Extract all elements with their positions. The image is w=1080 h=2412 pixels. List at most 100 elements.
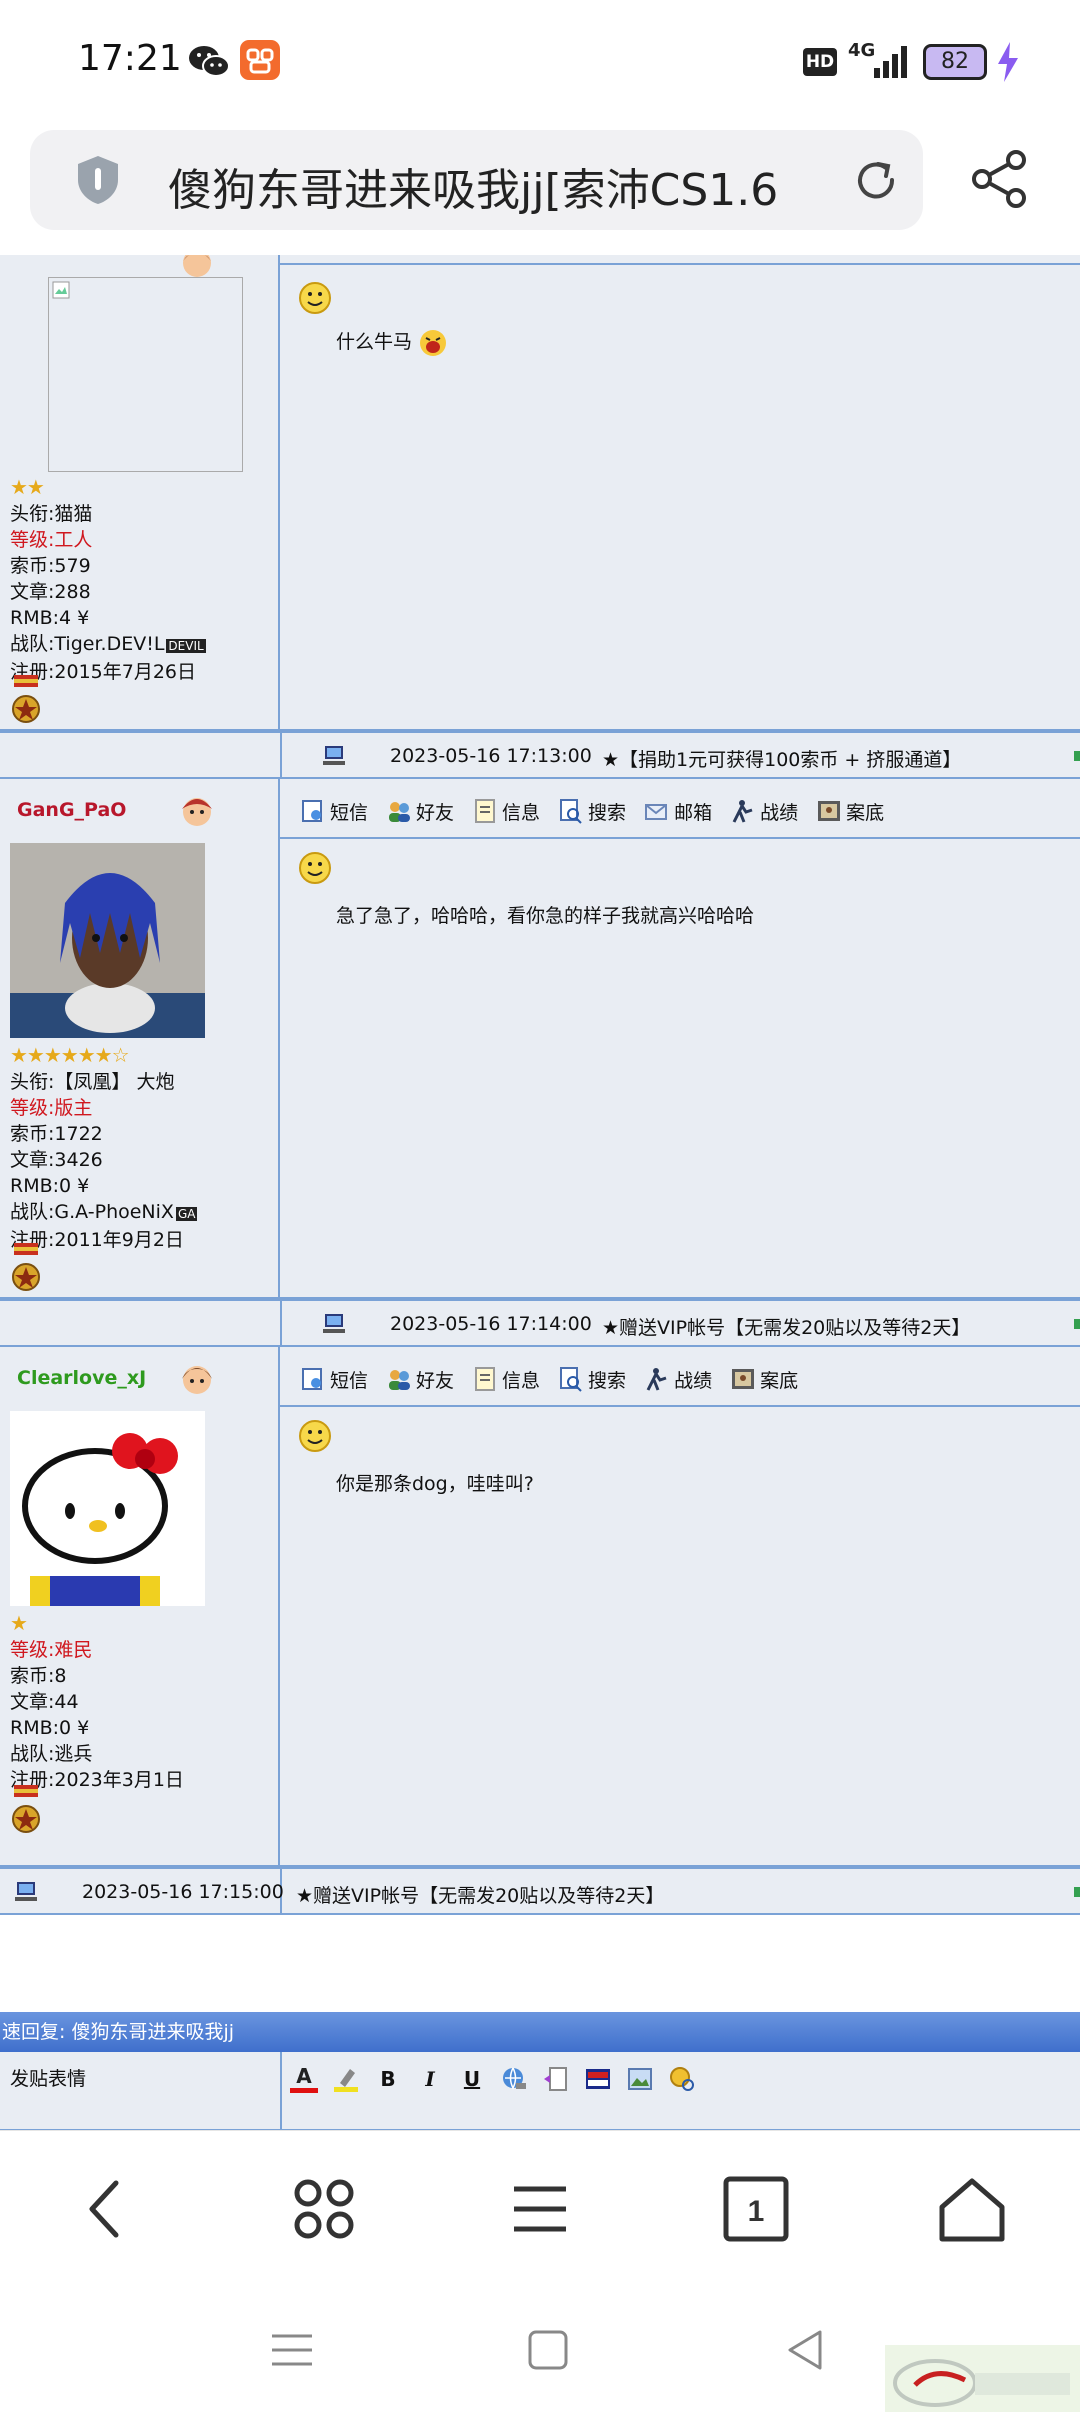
post-1-footer: 2023-05-16 17:13:00 ★【捐助1元可获得100索币 + 挤服通… <box>0 731 1080 779</box>
editor-tools: A B I U <box>290 2062 696 2096</box>
user-level: 版主 <box>54 1097 93 1119</box>
toolbar-info[interactable]: 信息 <box>472 798 540 825</box>
computer-icon <box>323 746 345 765</box>
status-bar: 17:21 HD 4G 82 <box>0 0 1080 125</box>
underline-button[interactable]: U <box>458 2065 486 2093</box>
rank-stars: ★★★★★★☆ <box>10 1043 130 1067</box>
share-icon[interactable] <box>968 148 1030 210</box>
post-2-main: 短信 好友 信息 搜索 邮箱 战绩 案底 急了急了，哈哈哈，看你急的样子我就高兴… <box>280 779 1080 1297</box>
team-badge: GA <box>175 1207 198 1221</box>
rank-stars: ★★ <box>10 475 45 499</box>
forum-content: ★★ 头衔:猫猫 等级:工人 索币:579 文章:288 RMB:4 ¥ 战队:… <box>0 255 1080 2130</box>
search-icon <box>560 1367 582 1392</box>
toolbar-friend[interactable]: 好友 <box>386 798 454 825</box>
mail-icon <box>645 804 668 820</box>
recents-icon[interactable] <box>262 2320 322 2380</box>
user-rmb: 0 ¥ <box>59 1175 90 1197</box>
medal-icon <box>12 1785 40 1833</box>
post-toolbar: 短信 好友 信息 搜索 战绩 案底 <box>300 1359 798 1399</box>
user-team: 逃兵 <box>54 1743 93 1765</box>
emoticons-label: 发贴表情 <box>10 2068 87 2090</box>
back-button-icon[interactable] <box>776 2320 836 2380</box>
info-icon <box>475 1367 496 1391</box>
post-1-sidebar: ★★ 头衔:猫猫 等级:工人 索币:579 文章:288 RMB:4 ¥ 战队:… <box>0 255 280 729</box>
laughing-emoji-icon <box>420 329 447 356</box>
reload-icon[interactable] <box>848 152 904 208</box>
apps-icon[interactable] <box>284 2169 364 2249</box>
case-file-icon <box>732 1369 755 1389</box>
toolbar-sms[interactable]: 短信 <box>300 1366 368 1393</box>
toolbar-mail[interactable]: 邮箱 <box>644 798 712 825</box>
insert-file-button[interactable] <box>542 2065 570 2093</box>
toolbar-divider <box>280 263 1080 265</box>
footer-promo[interactable]: ★赠送VIP帐号【无需发20贴以及等待2天】 <box>296 1881 664 1908</box>
home-button-icon[interactable] <box>518 2320 578 2380</box>
toolbar-search[interactable]: 搜索 <box>558 1366 626 1393</box>
post-toolbar: 短信 好友 信息 搜索 邮箱 战绩 案底 <box>300 791 884 831</box>
user-coins: 8 <box>54 1665 67 1687</box>
link-button[interactable] <box>500 2065 528 2093</box>
toolbar-search[interactable]: 搜索 <box>558 798 626 825</box>
friends-icon <box>389 802 411 822</box>
app-notification-icon <box>240 40 280 80</box>
soldier-icon <box>732 800 753 823</box>
emoticon-search-icon <box>670 2067 694 2091</box>
toolbar-divider <box>280 1405 1080 1407</box>
image-button[interactable] <box>626 2065 654 2093</box>
bold-button[interactable]: B <box>374 2065 402 2093</box>
post-3: Clearlove_xJ ★ 等级:难民 索币:8 文章:44 RMB:0 ¥ … <box>0 1347 1080 1867</box>
user-articles: 44 <box>54 1691 79 1713</box>
post-1: ★★ 头衔:猫猫 等级:工人 索币:579 文章:288 RMB:4 ¥ 战队:… <box>0 255 1080 731</box>
user-articles: 3426 <box>54 1149 103 1171</box>
footer-promo[interactable]: ★赠送VIP帐号【无需发20贴以及等待2天】 <box>602 1313 970 1340</box>
username[interactable]: GanG_PaO <box>17 799 126 821</box>
back-icon[interactable] <box>68 2169 148 2249</box>
post-2: GanG_PaO ★★★★★★☆ 头衔:【凤凰】 大炮 等级:版主 索币:172… <box>0 779 1080 1299</box>
avatar-broken-image <box>48 277 243 472</box>
battery-icon: 82 <box>923 44 987 80</box>
user-title: 【凤凰】 大炮 <box>54 1071 175 1093</box>
user-coins: 579 <box>54 555 91 577</box>
toolbar-info[interactable]: 信息 <box>472 1366 540 1393</box>
user-level: 难民 <box>54 1639 93 1661</box>
sms-icon <box>302 1368 322 1390</box>
user-team: G.A-PhoeNiX <box>54 1201 174 1223</box>
highlighter-icon <box>334 2069 358 2092</box>
smiley-icon <box>299 852 331 884</box>
italic-button[interactable]: I <box>416 2065 444 2093</box>
toolbar-case[interactable]: 案底 <box>816 798 884 825</box>
post-1-main: 什么牛马 <box>280 255 1080 729</box>
menu-icon[interactable] <box>500 2169 580 2249</box>
post-3-user-info: 等级:难民 索币:8 文章:44 RMB:0 ¥ 战队:逃兵 注册:2023年3… <box>10 1639 184 1791</box>
post-time: 2023-05-16 17:13:00 <box>390 745 592 767</box>
tabs-icon[interactable]: 1 <box>716 2169 796 2249</box>
page-title[interactable]: 傻狗东哥进来吸我jj[索沛CS1.6 <box>168 154 848 218</box>
font-color-button[interactable]: A <box>290 2065 318 2093</box>
toolbar-record[interactable]: 战绩 <box>644 1366 712 1393</box>
flash-button[interactable] <box>584 2065 612 2093</box>
shield-icon[interactable] <box>70 152 126 208</box>
globe-link-icon <box>503 2067 526 2090</box>
toolbar-sms[interactable]: 短信 <box>300 798 368 825</box>
user-face-icon <box>178 791 216 829</box>
info-icon <box>475 799 496 823</box>
user-team: Tiger.DEV!L <box>54 633 165 655</box>
user-rmb: 4 ¥ <box>59 607 90 629</box>
user-rmb: 0 ¥ <box>59 1717 90 1739</box>
highlight-button[interactable] <box>332 2065 360 2093</box>
medal-icon <box>12 675 40 723</box>
toolbar-record[interactable]: 战绩 <box>730 798 798 825</box>
footer-promo[interactable]: ★【捐助1元可获得100索币 + 挤服通道】 <box>602 745 961 772</box>
toolbar-friend[interactable]: 好友 <box>386 1366 454 1393</box>
emoticon-button[interactable] <box>668 2065 696 2093</box>
signal-icon <box>874 46 907 78</box>
flash-icon <box>586 2069 610 2089</box>
post-2-user-info: 头衔:【凤凰】 大炮 等级:版主 索币:1722 文章:3426 RMB:0 ¥… <box>10 1071 198 1251</box>
toolbar-case[interactable]: 案底 <box>730 1366 798 1393</box>
home-icon[interactable] <box>932 2169 1012 2249</box>
post-time: 2023-05-16 17:15:00 <box>82 1881 284 1903</box>
address-bar[interactable]: 傻狗东哥进来吸我jj[索沛CS1.6 <box>30 130 923 230</box>
username[interactable]: Clearlove_xJ <box>17 1367 146 1389</box>
post-message: 什么牛马 <box>336 327 448 358</box>
post-1-user-info: 头衔:猫猫 等级:工人 索币:579 文章:288 RMB:4 ¥ 战队:Tig… <box>10 503 206 683</box>
